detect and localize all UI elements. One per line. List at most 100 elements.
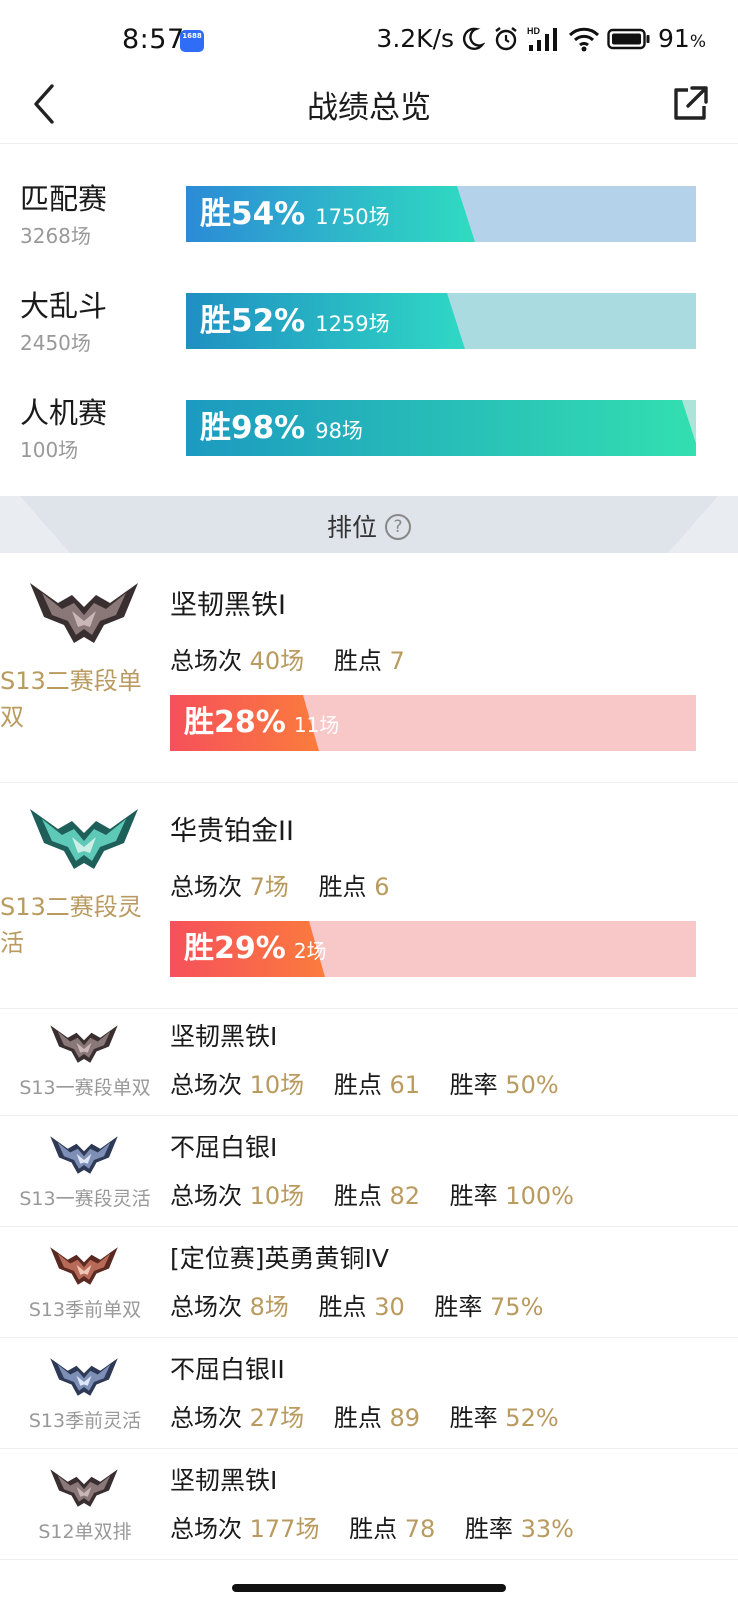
rate-label: 胜率 <box>449 1071 498 1099</box>
ranked-stats: 总场次 7场 胜点 6 <box>170 867 389 902</box>
rate-value: 50% <box>505 1071 559 1099</box>
rank-name: [定位赛]英勇黄铜IV <box>170 1244 389 1273</box>
total-label: 总场次 <box>170 1293 242 1321</box>
win-rate-bar: 胜28% 11场 <box>170 695 696 751</box>
status-time: 8:57 <box>122 24 185 55</box>
total-value: 10场 <box>249 1182 305 1210</box>
total-label: 总场次 <box>170 1071 242 1099</box>
win-games: 1750场 <box>315 205 390 229</box>
mode-game-count: 100场 <box>20 438 79 462</box>
ranked-stats: 总场次 27场 胜点 89 胜率 52% <box>170 1398 559 1433</box>
battery-icon <box>607 28 650 49</box>
overview-row[interactable]: 人机赛 100场 胜98% 98场 <box>0 390 738 490</box>
moon-icon <box>462 27 486 50</box>
rate-value: 100% <box>505 1182 574 1210</box>
points-value: 30 <box>374 1293 405 1321</box>
points-value: 89 <box>389 1404 421 1432</box>
overview-row[interactable]: 大乱斗 2450场 胜52% 1259场 <box>0 283 738 383</box>
mode-name: 匹配赛 <box>20 182 108 216</box>
points-label: 胜点 <box>318 1293 367 1321</box>
points-value: 6 <box>374 873 390 901</box>
rank-name: 不屈白银II <box>170 1355 285 1384</box>
win-games: 11场 <box>293 713 340 737</box>
total-label: 总场次 <box>170 1182 242 1210</box>
points-value: 7 <box>389 647 405 675</box>
ranked-stats: 总场次 10场 胜点 61 胜率 50% <box>170 1065 559 1100</box>
mode-game-count: 2450场 <box>20 331 91 355</box>
net-speed: 3.2K/s <box>376 24 455 53</box>
ranked-stats: 总场次 10场 胜点 82 胜率 100% <box>170 1176 574 1211</box>
iron-emblem <box>28 573 140 653</box>
ranked-row[interactable]: S13季前单双 [定位赛]英勇黄铜IV 总场次 8场 胜点 30 胜率 75% <box>0 1227 738 1338</box>
mode-game-count: 3268场 <box>20 224 91 248</box>
ranked-stats: 总场次 177场 胜点 78 胜率 33% <box>170 1509 574 1544</box>
points-value: 61 <box>389 1071 421 1099</box>
ranked-stats: 总场次 8场 胜点 30 胜率 75% <box>170 1287 543 1322</box>
queue-name: S13季前单双 <box>28 1299 142 1321</box>
queue-name: S13一赛段灵活 <box>19 1188 151 1210</box>
signal-icon: HD <box>527 26 558 51</box>
ranked-row[interactable]: S13一赛段灵活 不屈白银I 总场次 10场 胜点 82 胜率 100% <box>0 1116 738 1227</box>
iron-emblem <box>48 1019 120 1069</box>
win-rate-bar: 胜29% 2场 <box>170 921 696 977</box>
total-label: 总场次 <box>170 873 242 901</box>
rate-label: 胜率 <box>434 1293 483 1321</box>
queue-name: S13二赛段单双 <box>0 667 142 731</box>
help-icon[interactable]: ? <box>385 514 411 540</box>
total-value: 40场 <box>249 647 305 675</box>
ranked-card[interactable]: S13二赛段单双 坚韧黑铁I 总场次 40场 胜点 7 胜28% 11场 <box>0 553 738 783</box>
rate-value: 33% <box>520 1515 574 1543</box>
points-label: 胜点 <box>318 873 367 901</box>
app-notification-icon: 1688 <box>180 30 204 52</box>
svg-text:HD: HD <box>527 26 540 36</box>
win-rate-bar: 胜52% 1259场 <box>186 293 696 349</box>
points-value: 82 <box>389 1182 421 1210</box>
home-indicator[interactable] <box>232 1584 506 1592</box>
rate-label: 胜率 <box>449 1404 498 1432</box>
points-value: 78 <box>404 1515 436 1543</box>
win-rate-label: 胜54% <box>200 196 306 232</box>
rank-name: 华贵铂金II <box>170 816 294 847</box>
win-rate-bar: 胜98% 98场 <box>186 400 696 456</box>
total-label: 总场次 <box>170 647 242 675</box>
points-label: 胜点 <box>333 1404 382 1432</box>
queue-name: S12单双排 <box>38 1521 132 1543</box>
win-games: 1259场 <box>315 312 390 336</box>
total-value: 10场 <box>249 1071 305 1099</box>
queue-name: S13季前灵活 <box>28 1410 142 1432</box>
silver-emblem <box>48 1130 120 1180</box>
queue-name: S13一赛段单双 <box>19 1077 151 1099</box>
queue-name: S13二赛段灵活 <box>0 893 142 957</box>
rate-label: 胜率 <box>449 1182 498 1210</box>
total-value: 177场 <box>249 1515 320 1543</box>
ranked-section-title: 排位 <box>326 513 377 542</box>
platinum-emblem <box>28 799 140 879</box>
iron-emblem <box>48 1463 120 1513</box>
total-value: 8场 <box>249 1293 289 1321</box>
win-rate-label: 胜52% <box>200 303 306 339</box>
rank-name: 坚韧黑铁I <box>170 1466 278 1495</box>
rate-label: 胜率 <box>464 1515 513 1543</box>
app-header: 战绩总览 <box>0 68 738 144</box>
points-label: 胜点 <box>333 647 382 675</box>
bronze-emblem <box>48 1241 120 1291</box>
points-label: 胜点 <box>349 1515 398 1543</box>
ranked-section-header: 排位? <box>0 496 738 553</box>
total-label: 总场次 <box>170 1404 242 1432</box>
page-title: 战绩总览 <box>307 90 431 126</box>
win-rate-bar: 胜54% 1750场 <box>186 186 696 242</box>
win-games: 98场 <box>315 419 363 443</box>
points-label: 胜点 <box>333 1071 382 1099</box>
mode-name: 大乱斗 <box>20 289 108 323</box>
win-rate-label: 胜29% <box>184 931 286 966</box>
overview-row[interactable]: 匹配赛 3268场 胜54% 1750场 <box>0 176 738 276</box>
ranked-row[interactable]: S12单双排 坚韧黑铁I 总场次 177场 胜点 78 胜率 33% <box>0 1449 738 1560</box>
total-value: 7场 <box>249 873 289 901</box>
total-value: 27场 <box>249 1404 305 1432</box>
ranked-card[interactable]: S13二赛段灵活 华贵铂金II 总场次 7场 胜点 6 胜29% 2场 <box>0 779 738 1009</box>
ranked-row[interactable]: S13一赛段单双 坚韧黑铁I 总场次 10场 胜点 61 胜率 50% <box>0 1005 738 1116</box>
share-icon[interactable] <box>668 82 712 126</box>
silver-emblem <box>48 1352 120 1402</box>
ranked-row[interactable]: S13季前灵活 不屈白银II 总场次 27场 胜点 89 胜率 52% <box>0 1338 738 1449</box>
battery-level: 91% <box>658 24 706 53</box>
